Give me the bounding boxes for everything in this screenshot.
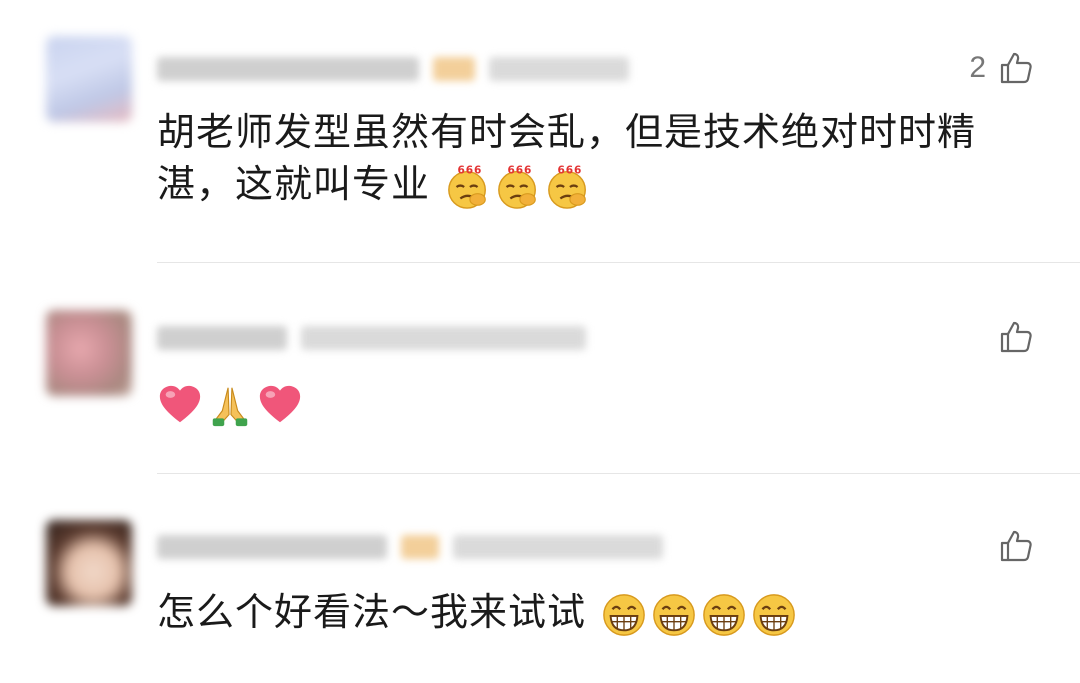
emoji-group [445,164,591,210]
666-emoji [495,164,541,210]
heart-emoji [157,382,203,428]
comment-text: 胡老师发型虽然有时会乱，但是技术绝对时时精湛，这就叫专业 [157,106,1017,210]
username[interactable] [157,535,387,559]
username-and-time[interactable] [157,54,629,84]
heart-emoji [257,382,303,428]
grin-emoji [651,592,697,638]
comment-text: 怎么个好看法～我来试试 [157,586,1017,638]
username[interactable] [157,57,419,81]
timestamp [489,57,629,81]
timestamp [301,326,586,350]
avatar[interactable] [46,520,132,606]
like-button[interactable] [986,528,1034,564]
avatar[interactable] [46,36,132,122]
like-button[interactable] [986,319,1034,355]
divider [157,473,1080,474]
grin-emoji [601,592,647,638]
username[interactable] [157,326,287,350]
grin-emoji [751,592,797,638]
thumbs-up-icon [998,50,1034,86]
666-emoji [445,164,491,210]
badge-icon [401,535,439,559]
badge-icon [433,57,475,81]
username-and-time[interactable] [157,532,663,562]
pray-emoji [207,382,253,428]
666-emoji [545,164,591,210]
emoji-group [157,382,303,428]
grin-emoji [701,592,747,638]
emoji-group [601,592,797,638]
thumbs-up-icon [998,319,1034,355]
username-and-time[interactable] [157,323,586,353]
comment-body: 怎么个好看法～我来试试 [157,590,587,634]
thumbs-up-icon [998,528,1034,564]
like-button[interactable]: 2 [969,50,1034,86]
like-count: 2 [969,51,986,84]
avatar[interactable] [46,310,132,396]
divider [157,262,1080,263]
comment-text [157,376,1017,428]
timestamp [453,535,663,559]
